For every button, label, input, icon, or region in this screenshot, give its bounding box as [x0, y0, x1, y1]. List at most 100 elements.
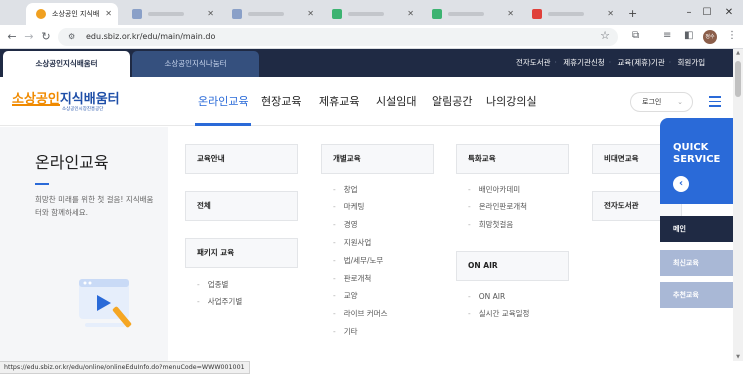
title-divider	[35, 183, 49, 185]
site-header: 소상공인지식배움터 소상공인시장진흥공단 온라인교육 현장교육 제휴교육 시설임…	[0, 77, 733, 126]
menu-item-sales-channel[interactable]: 판로개척	[333, 274, 372, 284]
browser-tab-active[interactable]: 소상공인 지식배 ✕	[26, 3, 118, 25]
mega-menu-title: 온라인교육	[35, 153, 109, 172]
nav-online-edu[interactable]: 온라인교육	[198, 93, 249, 109]
mega-menu-intro: 온라인교육 희망찬 미래를 위한 첫 걸음! 지식배움터와 함께하세요.	[0, 127, 168, 361]
menu-item-by-business-cycle[interactable]: 사업주기별	[197, 297, 243, 307]
tab-title-blurred	[148, 12, 184, 16]
menu-item-by-industry[interactable]: 업종별	[197, 280, 229, 290]
login-button[interactable]: 로그인 ⌄	[630, 92, 693, 112]
menu-item-online-sales[interactable]: 온라인판로개척	[468, 202, 527, 212]
site-favicon-icon	[36, 9, 46, 19]
tab-title-blurred	[548, 12, 584, 16]
menu-item-live-commerce[interactable]: 라이브 커머스	[333, 309, 388, 319]
menu-item-marketing[interactable]: 마케팅	[333, 202, 365, 212]
site-top-bar: 소상공인지식배움터 소상공인지식나눔터 전자도서관 · 제휴기관신청 · 교육(제휴…	[0, 49, 733, 77]
close-tab-icon[interactable]: ✕	[105, 3, 112, 25]
nav-facility-rental[interactable]: 시설임대	[376, 93, 416, 109]
util-link-library[interactable]: 전자도서관	[516, 58, 551, 67]
close-tab-icon[interactable]: ✕	[207, 3, 214, 25]
chevron-down-icon: ⌄	[677, 98, 683, 106]
menu-category-all[interactable]: 전체	[185, 191, 298, 221]
login-label: 로그인	[642, 98, 662, 106]
extensions-icon[interactable]: ⧉	[632, 30, 639, 41]
bookmark-star-icon[interactable]: ☆	[600, 29, 610, 42]
close-window-icon[interactable]: ✕	[712, 0, 743, 25]
scrollbar-thumb[interactable]	[735, 61, 741, 97]
menu-item-baemin-academy[interactable]: 배민아카데미	[468, 185, 520, 195]
nav-notice[interactable]: 알림공간	[432, 93, 472, 109]
tab-jisik-baeumteo[interactable]: 소상공인지식배움터	[3, 51, 130, 77]
back-icon[interactable]: ←	[5, 30, 19, 44]
forward-icon[interactable]: →	[22, 30, 36, 44]
tab-title-blurred	[248, 12, 284, 16]
nav-my-classroom[interactable]: 나의강의실	[486, 93, 537, 109]
url-text[interactable]: edu.sbiz.or.kr/edu/main/main.do	[86, 28, 215, 46]
browser-tab[interactable]: ✕	[122, 3, 220, 25]
omnibox[interactable]: ⚙ edu.sbiz.or.kr/edu/main/main.do ☆	[58, 28, 618, 46]
quick-service-title: QUICK SERVICE	[673, 142, 720, 166]
utility-links: 전자도서관 · 제휴기관신청 · 교육(제휴)기관 · 회원가입	[516, 58, 706, 67]
util-link-edu-institution[interactable]: 교육(제휴)기관	[617, 58, 664, 67]
tab-favicon-icon	[132, 9, 142, 19]
profile-avatar[interactable]: 정수	[703, 30, 717, 44]
menu-item-etc[interactable]: 기타	[333, 327, 358, 337]
close-tab-icon[interactable]: ✕	[607, 3, 614, 25]
menu-category-package[interactable]: 패키지 교육	[185, 238, 298, 268]
link-status-bar: https://edu.sbiz.or.kr/edu/online/online…	[0, 361, 250, 374]
util-link-partner-apply[interactable]: 제휴기관신청	[563, 58, 604, 67]
tab-favicon-icon	[432, 9, 442, 19]
nav-field-edu[interactable]: 현장교육	[261, 93, 301, 109]
mega-menu-description: 희망찬 미래를 위한 첫 걸음! 지식배움터와 함께하세요.	[35, 195, 154, 217]
quick-item-main[interactable]: 메인	[660, 216, 733, 242]
browser-tab[interactable]: ✕	[422, 3, 520, 25]
page-scrollbar[interactable]: ▲ ▼	[733, 49, 743, 361]
logo-text-blue: 지식배움터	[59, 92, 120, 107]
site-info-icon[interactable]: ⚙	[68, 32, 75, 41]
logo-subtitle: 소상공인시장진흥공단	[62, 107, 104, 112]
menu-item-live-schedule[interactable]: 실시간 교육일정	[468, 309, 530, 319]
quick-item-recommended[interactable]: 추천교육	[660, 282, 733, 308]
scroll-down-icon[interactable]: ▼	[733, 354, 743, 360]
tab-title-blurred	[448, 12, 484, 16]
browser-menu-icon[interactable]: ⋮	[727, 30, 737, 41]
util-link-signup[interactable]: 회원가입	[678, 58, 706, 67]
quick-title-line1: QUICK	[673, 142, 709, 153]
reading-list-icon[interactable]: ≡	[663, 30, 671, 41]
online-class-illustration-icon	[79, 279, 132, 328]
menu-item-startup[interactable]: 창업	[333, 185, 358, 195]
browser-tab[interactable]: ✕	[322, 3, 420, 25]
logo-underline	[12, 104, 60, 106]
active-tab-title: 소상공인 지식배	[52, 10, 100, 18]
hamburger-menu-icon[interactable]	[709, 96, 721, 110]
side-panel-icon[interactable]: ◧	[684, 30, 693, 41]
menu-item-management[interactable]: 경영	[333, 220, 358, 230]
menu-item-on-air[interactable]: ON AIR	[468, 292, 505, 302]
menu-category-on-air[interactable]: ON AIR	[456, 251, 569, 281]
mega-menu: 온라인교육 희망찬 미래를 위한 첫 걸음! 지식배움터와 함께하세요. 교육안…	[0, 127, 733, 361]
browser-tab-strip: 소상공인 지식배 ✕ ✕ ✕ ✕ ✕ ✕ + – ☐ ✕	[0, 0, 743, 25]
scroll-up-icon[interactable]: ▲	[733, 50, 743, 56]
quick-item-latest[interactable]: 최신교육	[660, 250, 733, 276]
tab-title-blurred	[348, 12, 384, 16]
menu-category-edu-info[interactable]: 교육안내	[185, 144, 298, 174]
tab-favicon-icon	[532, 9, 542, 19]
menu-item-hope-first-step[interactable]: 희망첫걸음	[468, 220, 514, 230]
nav-partner-edu[interactable]: 제휴교육	[319, 93, 359, 109]
active-nav-indicator	[195, 123, 251, 126]
new-tab-button[interactable]: +	[622, 3, 642, 25]
close-tab-icon[interactable]: ✕	[507, 3, 514, 25]
menu-item-liberal-arts[interactable]: 교양	[333, 291, 358, 301]
menu-item-support-program[interactable]: 지원사업	[333, 238, 372, 248]
close-tab-icon[interactable]: ✕	[307, 3, 314, 25]
tab-favicon-icon	[232, 9, 242, 19]
quick-collapse-icon[interactable]: ‹	[673, 176, 689, 192]
menu-item-law-tax-labor[interactable]: 법/세무/노무	[333, 256, 384, 266]
reload-icon[interactable]: ↻	[39, 30, 53, 44]
browser-tab[interactable]: ✕	[522, 3, 620, 25]
menu-category-individual[interactable]: 개별교육	[321, 144, 434, 174]
menu-category-specialized[interactable]: 특화교육	[456, 144, 569, 174]
browser-tab[interactable]: ✕	[222, 3, 320, 25]
tab-jisik-nanumteo[interactable]: 소상공인지식나눔터	[132, 51, 259, 77]
close-tab-icon[interactable]: ✕	[407, 3, 414, 25]
